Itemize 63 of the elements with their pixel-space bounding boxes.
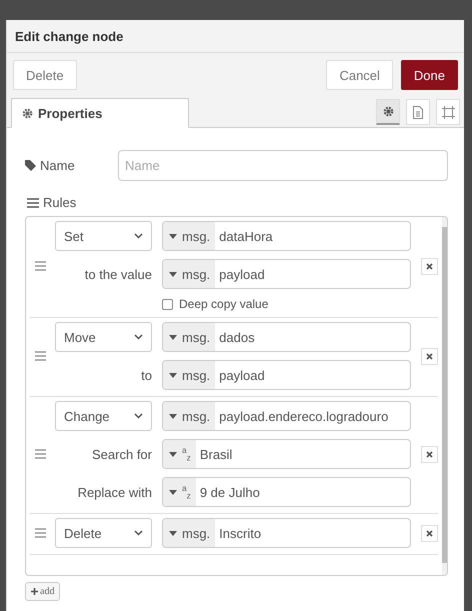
drag-handle-icon[interactable] — [34, 528, 48, 538]
deep-copy-checkbox[interactable]: Deep copy value — [162, 297, 411, 311]
caret-icon — [169, 530, 177, 536]
remove-button[interactable] — [421, 348, 438, 364]
icon-tab[interactable] — [406, 99, 430, 125]
caret-icon — [169, 234, 177, 238]
caret-icon — [169, 272, 177, 276]
chevron-down-icon — [134, 233, 143, 239]
icon-tab[interactable] — [376, 99, 400, 125]
chevron-down-icon — [134, 413, 143, 419]
type-selector[interactable]: msg. — [163, 402, 216, 430]
chevron-down-icon — [134, 530, 143, 536]
name-label: Name — [25, 158, 118, 173]
caret-icon — [169, 490, 177, 494]
caret-icon — [169, 414, 177, 418]
drag-handle-icon[interactable] — [34, 449, 48, 459]
type-selector[interactable]: msg. — [163, 519, 216, 547]
close-icon — [426, 352, 433, 360]
close-icon — [426, 450, 433, 458]
typed-input-field[interactable]: msg. payload.endereco.logradouro — [162, 401, 411, 431]
field-label: Search for — [91, 446, 152, 462]
name-field[interactable]: Name — [118, 150, 448, 181]
done-button[interactable]: Done — [400, 60, 458, 90]
typed-input-field[interactable]: msg. payload — [162, 259, 411, 289]
action-dropdown[interactable]: Set — [55, 221, 152, 251]
drag-handle-icon[interactable] — [34, 261, 48, 271]
dialog-button[interactable]: Delete — [13, 60, 77, 90]
caret-icon — [169, 452, 177, 456]
type-selector[interactable]: msg. — [163, 222, 216, 250]
chevron-down-icon — [134, 334, 143, 340]
type-selector[interactable]: msg. — [163, 323, 216, 351]
action-dropdown[interactable]: Delete — [55, 518, 152, 548]
caret-icon — [169, 372, 177, 378]
add-button[interactable]: add — [25, 582, 60, 601]
tab[interactable]: Properties — [11, 98, 189, 128]
caret-icon — [169, 334, 177, 340]
plus-icon — [31, 588, 38, 595]
typed-input-field[interactable]: msg. dataHora — [162, 221, 411, 251]
document-icon — [413, 106, 423, 118]
list-icon — [27, 198, 39, 208]
remove-button[interactable] — [421, 524, 438, 542]
action-dropdown[interactable]: Change — [55, 401, 152, 431]
rules-label: Rules — [27, 195, 448, 210]
field-label: Replace with — [76, 484, 152, 500]
remove-button[interactable] — [421, 446, 438, 462]
typed-input-field[interactable]: msg. payload — [162, 360, 411, 390]
settings-icon — [22, 108, 33, 118]
field-label: to — [140, 368, 152, 382]
close-icon — [426, 262, 433, 270]
typed-input-field[interactable]: msg. dados — [162, 322, 411, 352]
type-selector[interactable]: msg. — [163, 260, 216, 288]
tag-icon — [25, 160, 36, 171]
close-icon — [426, 530, 433, 536]
settings-icon — [382, 106, 394, 117]
typed-input-field[interactable]: msg. Inscrito — [162, 518, 411, 548]
field-label: to the value — [84, 266, 152, 282]
dialog-button[interactable]: Cancel — [326, 60, 393, 90]
remove-button[interactable] — [421, 258, 438, 274]
type-selector[interactable]: msg. — [163, 361, 216, 389]
icon-tab[interactable] — [436, 99, 460, 125]
frame-icon — [442, 106, 454, 118]
action-dropdown[interactable]: Move — [55, 322, 152, 352]
drag-handle-icon[interactable] — [34, 351, 48, 361]
